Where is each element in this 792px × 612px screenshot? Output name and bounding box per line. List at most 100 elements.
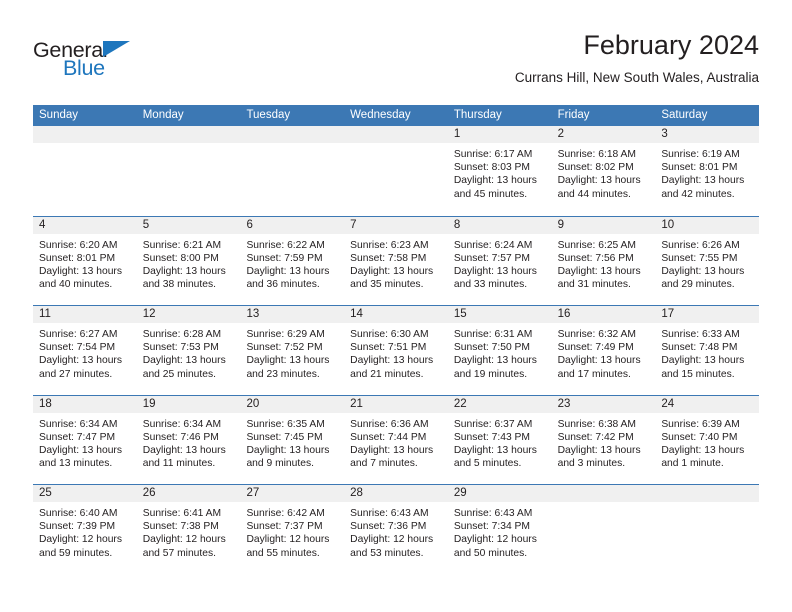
page-header: General Blue February 2024 Currans Hill,… xyxy=(33,30,759,100)
calendar-day-cell[interactable]: 11 Sunrise: 6:27 AM Sunset: 7:54 PM Dayligh… xyxy=(33,306,137,395)
calendar-day-cell-empty xyxy=(33,126,137,216)
calendar-day-cell-empty xyxy=(344,126,448,216)
calendar-day-cell[interactable]: 2 Sunrise: 6:18 AM Sunset: 8:02 PM Daylight… xyxy=(551,126,656,216)
day-sun-info: Sunrise: 6:38 AM Sunset: 7:42 PM Daylight:… xyxy=(552,414,656,471)
sunset-text: Sunset: 7:38 PM xyxy=(142,521,219,533)
daylight-text: Daylight: 13 hours and 42 minutes. xyxy=(661,175,745,200)
calendar-day-cell[interactable]: 20 Sunrise: 6:35 AM Sunset: 7:45 PM Dayligh… xyxy=(240,395,345,485)
calendar-day-cell[interactable]: 3 Sunrise: 6:19 AM Sunset: 8:01 PM Daylight… xyxy=(655,126,760,216)
day-sun-info: Sunrise: 6:18 AM Sunset: 8:02 PM Daylight:… xyxy=(552,144,656,201)
calendar-day-cell[interactable]: 1 Sunrise: 6:17 AM Sunset: 8:03 PM Daylight… xyxy=(447,126,552,216)
sunset-text: Sunset: 7:42 PM xyxy=(557,431,634,443)
calendar-day-cell[interactable]: 24 Sunrise: 6:39 AM Sunset: 7:40 PM Dayligh… xyxy=(655,395,760,485)
daylight-text: Daylight: 13 hours and 31 minutes. xyxy=(557,265,641,291)
sunset-text: Sunset: 7:47 PM xyxy=(39,431,116,443)
day-number: 2 xyxy=(557,128,564,140)
sunrise-text: Sunrise: 6:25 AM xyxy=(557,239,637,251)
day-number-band: 6 xyxy=(240,216,345,235)
day-number: 26 xyxy=(142,487,156,499)
calendar-day-cell[interactable]: 29 Sunrise: 6:43 AM Sunset: 7:34 PM Dayligh… xyxy=(447,485,552,574)
day-sun-info: Sunrise: 6:35 AM Sunset: 7:45 PM Daylight:… xyxy=(240,414,344,471)
sunrise-text: Sunrise: 6:39 AM xyxy=(661,418,740,430)
calendar-week-row: 25 Sunrise: 6:40 AM Sunset: 7:39 PM Dayligh… xyxy=(33,484,760,574)
daylight-text: Daylight: 13 hours and 11 minutes. xyxy=(142,444,226,470)
calendar-day-cell[interactable]: 13 Sunrise: 6:29 AM Sunset: 7:52 PM Dayligh… xyxy=(240,306,345,395)
calendar-day-cell[interactable]: 4 Sunrise: 6:20 AM Sunset: 8:01 PM Daylight… xyxy=(33,216,137,306)
daylight-text: Daylight: 13 hours and 27 minutes. xyxy=(39,355,122,380)
day-number-band: 23 xyxy=(551,395,656,414)
day-sun-info: Sunrise: 6:19 AM Sunset: 8:01 PM Daylight:… xyxy=(655,144,759,201)
daylight-text: Daylight: 13 hours and 21 minutes. xyxy=(350,355,434,380)
sunset-text: Sunset: 7:44 PM xyxy=(350,431,427,443)
daylight-text: Daylight: 13 hours and 35 minutes. xyxy=(350,265,434,291)
calendar-day-cell[interactable]: 8 Sunrise: 6:24 AM Sunset: 7:57 PM Daylight… xyxy=(447,216,552,306)
sunrise-text: Sunrise: 6:17 AM xyxy=(453,149,533,160)
sunset-text: Sunset: 7:40 PM xyxy=(661,431,738,443)
weekday-header-tuesday: Tuesday xyxy=(246,109,291,121)
calendar-day-cell[interactable]: 15 Sunrise: 6:31 AM Sunset: 7:50 PM Dayligh… xyxy=(447,306,552,395)
day-number: 27 xyxy=(246,487,260,499)
day-sun-info: Sunrise: 6:27 AM Sunset: 7:54 PM Daylight:… xyxy=(33,324,137,381)
day-sun-info: Sunrise: 6:30 AM Sunset: 7:51 PM Daylight:… xyxy=(344,324,448,381)
calendar-day-cell[interactable]: 18 Sunrise: 6:34 AM Sunset: 7:47 PM Dayligh… xyxy=(33,395,137,485)
calendar-day-cell[interactable]: 27 Sunrise: 6:42 AM Sunset: 7:37 PM Dayligh… xyxy=(240,485,345,574)
day-number-band: 21 xyxy=(344,395,448,414)
sunset-text: Sunset: 7:58 PM xyxy=(350,252,427,264)
day-number-band: 10 xyxy=(655,216,760,235)
calendar-day-cell[interactable]: 21 Sunrise: 6:36 AM Sunset: 7:44 PM Dayligh… xyxy=(344,395,448,485)
sunset-text: Sunset: 7:36 PM xyxy=(350,521,427,533)
sunset-text: Sunset: 8:00 PM xyxy=(142,252,219,264)
day-number: 9 xyxy=(557,218,564,231)
calendar-day-cell[interactable]: 19 Sunrise: 6:34 AM Sunset: 7:46 PM Dayligh… xyxy=(136,395,241,485)
calendar-day-cell[interactable]: 26 Sunrise: 6:41 AM Sunset: 7:38 PM Dayligh… xyxy=(136,485,241,574)
day-number: 19 xyxy=(142,397,156,410)
calendar-day-cell[interactable]: 28 Sunrise: 6:43 AM Sunset: 7:36 PM Dayligh… xyxy=(344,485,448,574)
calendar-day-cell[interactable]: 6 Sunrise: 6:22 AM Sunset: 7:59 PM Daylight… xyxy=(240,216,345,306)
day-number-band xyxy=(655,485,760,503)
sunrise-text: Sunrise: 6:37 AM xyxy=(453,418,533,430)
sunset-text: Sunset: 7:46 PM xyxy=(142,431,219,443)
day-number-band: 15 xyxy=(447,306,552,324)
sunset-text: Sunset: 8:01 PM xyxy=(661,162,738,174)
calendar-day-cell[interactable]: 14 Sunrise: 6:30 AM Sunset: 7:51 PM Dayligh… xyxy=(344,306,448,395)
day-number: 8 xyxy=(453,218,461,231)
day-number-band xyxy=(344,126,448,144)
calendar-day-cell[interactable]: 7 Sunrise: 6:23 AM Sunset: 7:58 PM Daylight… xyxy=(344,216,448,306)
calendar-day-cell[interactable]: 16 Sunrise: 6:32 AM Sunset: 7:49 PM Dayligh… xyxy=(551,306,656,395)
calendar-day-cell[interactable]: 10 Sunrise: 6:26 AM Sunset: 7:55 PM Dayligh… xyxy=(655,216,760,306)
day-number-band: 2 xyxy=(551,126,656,144)
sunset-text: Sunset: 7:49 PM xyxy=(557,342,634,354)
calendar-day-cell[interactable]: 12 Sunrise: 6:28 AM Sunset: 7:53 PM Dayligh… xyxy=(136,306,241,395)
day-number-band xyxy=(33,126,137,144)
calendar-day-cell[interactable]: 5 Sunrise: 6:21 AM Sunset: 8:00 PM Daylight… xyxy=(136,216,241,306)
sunrise-text: Sunrise: 6:22 AM xyxy=(246,239,325,251)
sunrise-text: Sunrise: 6:19 AM xyxy=(661,149,740,160)
sunrise-text: Sunrise: 6:29 AM xyxy=(246,329,325,340)
calendar-day-cell[interactable]: 9 Sunrise: 6:25 AM Sunset: 7:56 PM Daylight… xyxy=(551,216,656,306)
daylight-text: Daylight: 13 hours and 23 minutes. xyxy=(246,355,330,380)
day-number-band: 1 xyxy=(447,126,552,144)
calendar-day-cell[interactable]: 22 Sunrise: 6:37 AM Sunset: 7:43 PM Dayligh… xyxy=(447,395,552,485)
sunset-text: Sunset: 7:37 PM xyxy=(246,521,323,533)
daylight-text: Daylight: 12 hours and 59 minutes. xyxy=(39,534,122,559)
sunset-text: Sunset: 7:57 PM xyxy=(453,252,531,264)
logo-text-blue: Blue xyxy=(63,56,105,80)
calendar-day-cell[interactable]: 17 Sunrise: 6:33 AM Sunset: 7:48 PM Dayligh… xyxy=(655,306,760,395)
calendar-day-cell[interactable]: 25 Sunrise: 6:40 AM Sunset: 7:39 PM Dayligh… xyxy=(33,485,137,574)
day-number-band: 20 xyxy=(240,395,345,414)
sunrise-text: Sunrise: 6:23 AM xyxy=(350,239,429,251)
day-sun-info: Sunrise: 6:37 AM Sunset: 7:43 PM Daylight:… xyxy=(448,414,552,471)
sunset-text: Sunset: 7:55 PM xyxy=(661,252,738,264)
daylight-text: Daylight: 13 hours and 5 minutes. xyxy=(453,444,537,470)
day-number-band: 16 xyxy=(551,306,656,324)
calendar-week-row: 11 Sunrise: 6:27 AM Sunset: 7:54 PM Dayligh… xyxy=(33,305,760,395)
sunset-text: Sunset: 7:59 PM xyxy=(246,252,323,264)
sunrise-text: Sunrise: 6:26 AM xyxy=(661,239,740,251)
sunset-text: Sunset: 7:34 PM xyxy=(453,521,531,533)
daylight-text: Daylight: 13 hours and 33 minutes. xyxy=(453,265,537,291)
day-sun-info: Sunrise: 6:25 AM Sunset: 7:56 PM Daylight:… xyxy=(552,235,656,292)
calendar-day-cell[interactable]: 23 Sunrise: 6:38 AM Sunset: 7:42 PM Dayligh… xyxy=(551,395,656,485)
day-sun-info: Sunrise: 6:20 AM Sunset: 8:01 PM Daylight:… xyxy=(33,235,137,292)
day-number: 20 xyxy=(246,397,260,410)
day-number: 13 xyxy=(246,308,260,320)
